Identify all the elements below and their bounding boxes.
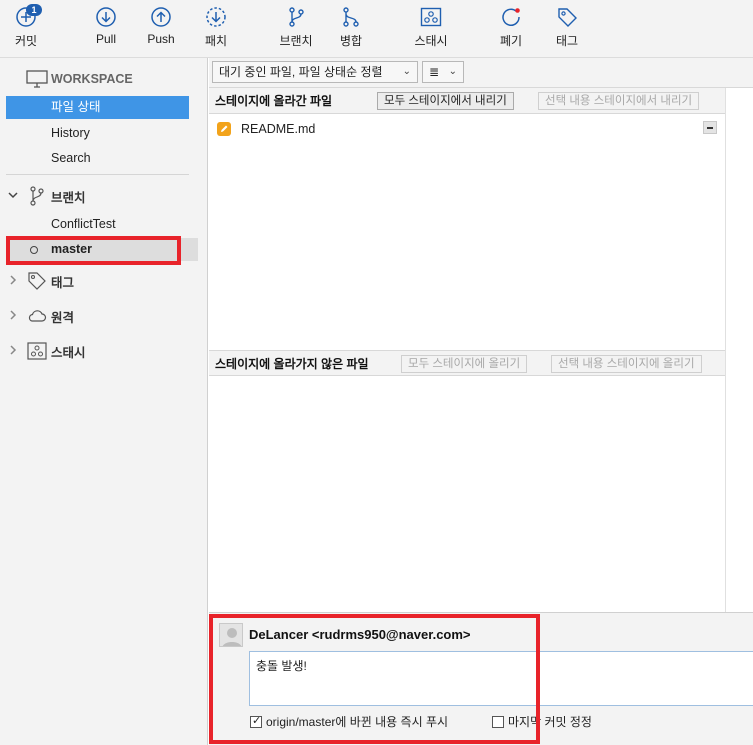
stage-all-button[interactable]: 모두 스테이지에 올리기 xyxy=(401,355,528,373)
tag-icon xyxy=(26,271,48,291)
monitor-icon xyxy=(26,69,48,89)
list-view-icon: ≣ xyxy=(429,65,440,79)
commit-panel: DeLancer <rudrms950@naver.com> 충돌 발생! or… xyxy=(209,612,753,745)
commit-author: DeLancer <rudrms950@naver.com> xyxy=(249,627,471,642)
avatar xyxy=(219,623,243,647)
unstage-all-button[interactable]: 모두 스테이지에서 내리기 xyxy=(377,92,514,110)
tag-button[interactable]: 태그 xyxy=(537,6,597,49)
sidebar-section-title: WORKSPACE xyxy=(51,72,133,86)
fetch-icon xyxy=(206,7,226,27)
sidebar-section-title: 원격 xyxy=(51,310,75,325)
pull-button[interactable]: Pull xyxy=(76,6,136,46)
push-immediately-checkbox[interactable]: origin/master에 바뀐 내용 즉시 푸시 xyxy=(250,713,448,730)
unstaged-files-title: 스테이지에 올라가지 않은 파일 xyxy=(215,357,369,371)
branch-label: 브랜치 xyxy=(279,34,313,48)
filter-bar: 대기 중인 파일, 파일 상태순 정렬 ⌄ ≣ ⌄ xyxy=(209,58,753,88)
view-options-dropdown[interactable]: ≣ ⌄ xyxy=(422,61,464,83)
chevron-right-icon[interactable] xyxy=(0,344,26,358)
chevron-right-icon[interactable] xyxy=(0,274,26,288)
branch-icon xyxy=(289,7,304,27)
stage-selected-button[interactable]: 선택 내용 스테이지에 올리기 xyxy=(551,355,702,373)
stash-button[interactable]: 스태시 xyxy=(401,6,461,49)
merge-icon xyxy=(343,7,359,27)
amend-commit-label: 마지막 커밋 정정 xyxy=(508,715,592,729)
sort-dropdown[interactable]: 대기 중인 파일, 파일 상태순 정렬 ⌄ xyxy=(212,61,418,83)
unstaged-files-list xyxy=(209,376,725,612)
sidebar-section-stashes[interactable]: 스태시 xyxy=(0,339,208,363)
checkbox-unchecked-icon xyxy=(492,715,504,728)
staged-files-header: 스테이지에 올라간 파일 모두 스테이지에서 내리기 선택 내용 스테이지에서 … xyxy=(209,88,725,114)
discard-button[interactable]: 폐기 xyxy=(481,6,541,49)
current-branch-icon xyxy=(30,246,38,254)
sidebar-item-file-status[interactable]: 파일 상태 xyxy=(6,96,189,119)
toolbar: 1 커밋 Pull Push 패치 브랜치 병합 스태시 폐기 태그 xyxy=(0,0,753,58)
commit-button[interactable]: 1 커밋 xyxy=(0,4,56,49)
push-immediately-label: origin/master에 바뀐 내용 즉시 푸시 xyxy=(266,715,449,729)
push-label: Push xyxy=(147,32,175,46)
sidebar-section-branches[interactable]: 브랜치 xyxy=(0,184,208,208)
pull-label: Pull xyxy=(95,32,116,46)
sort-dropdown-value: 대기 중인 파일, 파일 상태순 정렬 xyxy=(219,65,383,79)
tag-label: 태그 xyxy=(555,34,579,48)
fetch-label: 패치 xyxy=(204,34,228,48)
unstage-selected-button[interactable]: 선택 내용 스테이지에서 내리기 xyxy=(538,92,700,110)
file-name: README.md xyxy=(241,122,316,136)
sidebar-item-history[interactable]: History xyxy=(6,122,189,145)
commit-label: 커밋 xyxy=(14,34,38,48)
sidebar-section-title: 스태시 xyxy=(51,345,86,360)
sidebar-item-search[interactable]: Search xyxy=(6,147,189,170)
checkbox-checked-icon xyxy=(250,714,262,728)
fetch-button[interactable]: 패치 xyxy=(186,6,246,49)
tag-icon xyxy=(558,8,577,27)
sidebar-section-remotes[interactable]: 원격 xyxy=(0,304,208,328)
unstaged-files-header: 스테이지에 올라가지 않은 파일 모두 스테이지에 올리기 선택 내용 스테이지… xyxy=(209,350,725,376)
cloud-icon xyxy=(26,306,48,326)
staged-files-list: README.md xyxy=(209,114,725,349)
staged-file-row[interactable]: README.md xyxy=(217,120,717,138)
sidebar-item-branch-master[interactable]: master xyxy=(6,238,198,261)
branch-icon xyxy=(26,186,48,206)
stash-icon xyxy=(26,341,48,361)
unstage-file-button[interactable] xyxy=(703,121,717,134)
merge-button[interactable]: 병합 xyxy=(321,6,381,49)
branch-name: master xyxy=(51,242,92,256)
chevron-down-icon: ⌄ xyxy=(448,66,457,77)
modified-file-icon xyxy=(217,122,231,136)
sidebar-item-branch-conflicttest[interactable]: ConflictTest xyxy=(6,213,189,236)
staged-files-title: 스테이지에 올라간 파일 xyxy=(215,94,333,108)
push-button[interactable]: Push xyxy=(131,6,191,46)
stash-icon xyxy=(420,7,442,27)
push-icon xyxy=(151,7,171,27)
sidebar-section-title: 태그 xyxy=(51,275,75,290)
sidebar-section-workspace[interactable]: WORKSPACE xyxy=(0,67,208,91)
pull-icon xyxy=(96,7,116,27)
chevron-right-icon[interactable] xyxy=(0,309,26,323)
vertical-scrollbar[interactable] xyxy=(725,88,753,612)
chevron-down-icon[interactable] xyxy=(0,190,26,203)
sidebar-section-title: 브랜치 xyxy=(51,190,86,205)
sidebar: WORKSPACE 파일 상태 History Search 브랜치 Confl… xyxy=(0,58,208,745)
sidebar-divider xyxy=(6,174,189,175)
discard-label: 폐기 xyxy=(499,34,523,48)
amend-commit-checkbox[interactable]: 마지막 커밋 정정 xyxy=(492,713,592,730)
commit-count-badge: 1 xyxy=(26,4,42,16)
branch-button[interactable]: 브랜치 xyxy=(266,6,326,49)
discard-icon xyxy=(502,8,520,26)
commit-message-input[interactable]: 충돌 발생! xyxy=(249,651,753,706)
chevron-down-icon: ⌄ xyxy=(402,66,411,77)
sidebar-section-tags[interactable]: 태그 xyxy=(0,269,208,293)
stash-label: 스태시 xyxy=(414,34,448,48)
merge-label: 병합 xyxy=(339,34,363,48)
